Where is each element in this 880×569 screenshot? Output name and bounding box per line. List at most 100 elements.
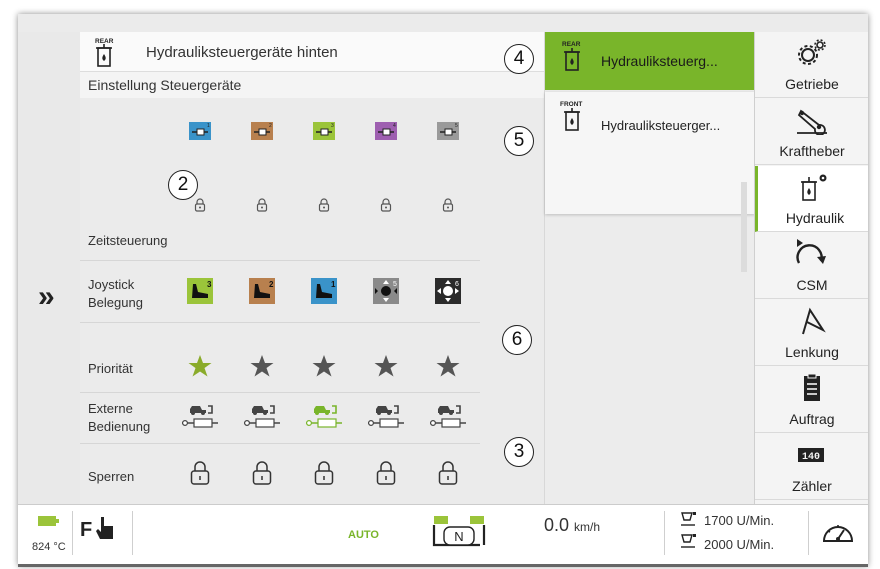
tab-rear-valves[interactable]: REAR Hydrauliksteuerg...	[545, 32, 755, 90]
csm-icon	[796, 239, 826, 264]
hydraulic-valve-icon: REAR	[95, 38, 114, 67]
lock-icon[interactable]	[318, 198, 330, 212]
sidebar-item-csm[interactable]: CSM	[755, 233, 868, 299]
gear-value: N	[454, 529, 463, 544]
joystick-button-2-icon[interactable]: 2	[249, 278, 275, 304]
hydraulic-valve-icon: FRONT	[560, 101, 582, 131]
counter-icon: 140	[798, 448, 824, 463]
svg-text:1: 1	[331, 280, 336, 289]
svg-text:1: 1	[207, 123, 210, 129]
speed-readout: 0.0 km/h	[544, 515, 600, 536]
hydraulic-settings-icon	[801, 174, 827, 201]
valve-group-panel: REAR Hydrauliksteuerg... FRONT Hydraulik…	[544, 32, 755, 504]
callout-3: 3	[504, 437, 534, 467]
joystick-label-line2: Belegung	[88, 295, 143, 310]
device-frame: » REAR Hydrauliksteuergeräte hinten Eins…	[18, 14, 868, 567]
lock-icon[interactable]	[376, 460, 396, 486]
valve-4-icon[interactable]: 4	[375, 122, 397, 140]
joystick-button-5-icon[interactable]: 5	[373, 278, 399, 304]
speed-unit: km/h	[574, 520, 601, 534]
joystick-button-1-icon[interactable]: 1	[311, 278, 337, 304]
front-tag: FRONT	[560, 101, 582, 108]
panel-header: REAR Hydrauliksteuergeräte hinten	[80, 32, 544, 72]
sidebar-item-zaehler[interactable]: 140 Zähler	[755, 434, 868, 500]
priority-star-icon[interactable]	[436, 354, 460, 378]
joystick-label: Joystick Belegung	[88, 276, 143, 312]
external-operation-icon[interactable]	[242, 402, 282, 430]
callout-4: 4	[504, 44, 534, 74]
sidebar-item-hydraulik[interactable]: Hydraulik	[755, 166, 868, 232]
scrollbar[interactable]	[741, 182, 747, 272]
hitch-icon	[797, 109, 827, 135]
steering-icon	[802, 307, 826, 335]
divider	[72, 511, 73, 555]
sidebar-item-label: Getriebe	[785, 76, 839, 92]
tab-front-valves[interactable]: FRONT Hydrauliksteuerger...	[545, 92, 755, 272]
svg-text:3: 3	[331, 123, 334, 129]
sidebar: Getriebe Kraftheber Hydraulik CSM Lenkun…	[754, 32, 868, 504]
divider	[132, 511, 133, 555]
lock-icon[interactable]	[380, 198, 392, 212]
divider	[664, 511, 665, 555]
external-label: Externe Bedienung	[88, 400, 150, 436]
battery-icon	[38, 516, 59, 526]
external-operation-icon[interactable]	[180, 402, 220, 430]
priority-label: Priorität	[88, 361, 133, 376]
lock-icon[interactable]	[194, 198, 206, 212]
lock-icon[interactable]	[256, 198, 268, 212]
clipboard-icon	[804, 373, 820, 401]
lock-icon[interactable]	[314, 460, 334, 486]
hydraulic-valve-icon: REAR	[562, 41, 581, 71]
counter-digits: 140	[802, 452, 820, 463]
rpm-readout-1: 1700 U/Min.	[704, 513, 775, 528]
lock-icon[interactable]	[252, 460, 272, 486]
priority-star-icon[interactable]	[250, 354, 274, 378]
valve-1-icon[interactable]: 1	[189, 122, 211, 140]
sidebar-item-auftrag[interactable]: Auftrag	[755, 367, 868, 433]
gears-icon	[798, 39, 826, 65]
valve-2-icon[interactable]: 2	[251, 122, 273, 140]
sidebar-item-lenkung[interactable]: Lenkung	[755, 300, 868, 366]
priority-star-icon[interactable]	[312, 354, 336, 378]
lock-icon[interactable]	[442, 198, 454, 212]
sidebar-item-label: Zähler	[792, 478, 832, 494]
divider	[80, 260, 480, 261]
svg-text:5: 5	[455, 123, 458, 129]
engine-speed-icon	[681, 512, 696, 526]
section-title: Einstellung Steuergeräte	[88, 77, 242, 93]
fnr-indicator[interactable]: F	[80, 517, 113, 542]
valve-5-icon[interactable]: 5	[437, 122, 459, 140]
external-operation-icon[interactable]	[428, 402, 468, 430]
double-chevron-right-icon[interactable]: »	[38, 280, 55, 314]
bottom-edge	[18, 564, 868, 567]
sidebar-item-label: Auftrag	[789, 411, 835, 427]
external-label-line1: Externe	[88, 401, 133, 416]
priority-star-icon[interactable]	[188, 354, 212, 378]
valve-3-icon[interactable]: 3	[313, 122, 335, 140]
svg-text:3: 3	[207, 280, 212, 289]
hand-pointer-icon	[96, 517, 113, 539]
joystick-button-3-icon[interactable]: 3	[187, 278, 213, 304]
sidebar-item-getriebe[interactable]: Getriebe	[755, 32, 868, 98]
engine-speed-icon	[681, 534, 696, 548]
speedometer-icon[interactable]	[818, 517, 858, 549]
sidebar-item-label: Kraftheber	[779, 143, 845, 159]
auto-mode-label: AUTO	[348, 529, 379, 541]
callout-6: 6	[502, 325, 532, 355]
divider	[80, 322, 480, 323]
lock-icon[interactable]	[190, 460, 210, 486]
joystick-button-6-icon[interactable]: 6	[435, 278, 461, 304]
lock-icon[interactable]	[438, 460, 458, 486]
sidebar-item-kraftheber[interactable]: Kraftheber	[755, 99, 868, 165]
tab-rear-label: Hydrauliksteuerg...	[601, 53, 718, 69]
external-operation-icon[interactable]	[304, 402, 344, 430]
sidebar-item-label: Lenkung	[785, 344, 839, 360]
svg-text:5: 5	[393, 281, 397, 288]
expand-strip[interactable]: »	[18, 32, 80, 504]
divider	[80, 392, 480, 393]
temperature-value: 824 °C	[32, 541, 66, 553]
svg-text:6: 6	[455, 281, 459, 288]
priority-star-icon[interactable]	[374, 354, 398, 378]
external-operation-icon[interactable]	[366, 402, 406, 430]
rpm-readout-2: 2000 U/Min.	[704, 537, 775, 552]
